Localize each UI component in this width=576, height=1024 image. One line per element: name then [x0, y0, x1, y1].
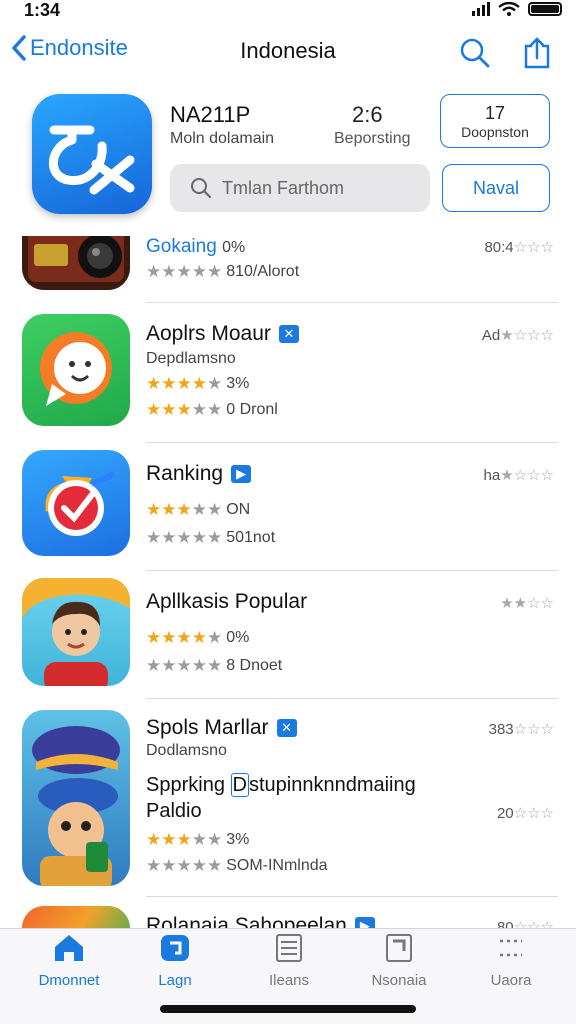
app-name: Rolanaia Sahopeelan ▶	[146, 914, 375, 928]
list-item[interactable]: Spols Marllar ✕ Dodlamsno Spprking Dstupi…	[0, 706, 576, 897]
tab-label: Ileans	[268, 972, 310, 989]
tab-search[interactable]: Nsonaia	[344, 933, 454, 989]
rating-right: Ad★☆☆☆	[481, 327, 554, 344]
app-icon-camera	[22, 236, 130, 290]
rating-secondary: ★★★ ★★ 0 Dronl	[146, 400, 278, 419]
battery-icon	[528, 2, 562, 16]
divider	[146, 896, 558, 897]
rating-secondary: ★★★★★ SOM-INmlnda	[146, 856, 328, 875]
open-button-label: Doopnston	[461, 123, 529, 140]
app-name: Gokaing 0%	[146, 236, 246, 257]
app-name: Apllkasis Popular	[146, 590, 308, 613]
rating: ★★★★ ★ 0%	[146, 628, 250, 647]
rating-secondary: ★★★★★ 8 Dnoet	[146, 656, 283, 675]
list-item[interactable]: Ranking ▶ ★★★ ★★ ON ★★★★★ 501not ha★☆☆☆	[0, 450, 576, 571]
rating-right: ha★☆☆☆	[483, 467, 554, 484]
app-subtitle: Moln dolamain	[170, 130, 275, 147]
tab-more[interactable]: Uaora	[456, 933, 566, 989]
rating: ★★★ ★★ ON	[146, 500, 251, 519]
app-name: Aoplrs Moaur ✕	[146, 322, 299, 346]
home-indicator[interactable]	[160, 1005, 416, 1013]
app-icon-chat	[22, 314, 130, 426]
share-icon[interactable]	[520, 36, 554, 70]
search-input[interactable]: Tmlan Farthom	[170, 164, 430, 212]
app-store-icon	[161, 935, 189, 961]
rating-right: ★★☆☆	[500, 595, 554, 612]
app-description: Spprking Dstupinnknndmaiing Paldio	[146, 773, 416, 822]
divider	[146, 698, 558, 699]
more-icon	[500, 939, 522, 957]
status-bar: 1:34	[0, 0, 576, 22]
app-icon-colorful	[22, 906, 130, 928]
verified-icon: ✕	[276, 719, 297, 737]
tab-home[interactable]: Dmonnet	[14, 933, 124, 989]
verified-icon: ✕	[278, 325, 299, 343]
app-icon-avatar	[22, 578, 130, 686]
app-name: Ranking ▶	[146, 462, 252, 486]
status-time: 1:34	[24, 0, 61, 20]
app-name: Spols Marllar ✕	[146, 716, 297, 740]
tab-label: Uaora	[490, 972, 532, 989]
app-icon[interactable]	[32, 94, 152, 214]
rating-right: 80:4☆☆☆	[484, 239, 554, 256]
status-icons	[472, 2, 562, 16]
list-item[interactable]: Aoplrs Moaur ✕ Depdlamsno ★★★★ ★ 3% ★★★ ★★ 0 …	[0, 314, 576, 443]
app-developer: Depdlamsno	[146, 350, 236, 367]
app-code: NA211P	[170, 102, 251, 127]
divider	[146, 442, 558, 443]
rating-right: 80☆☆☆	[496, 919, 554, 928]
app-icon-game	[22, 710, 130, 886]
translate-glyph-icon	[48, 125, 135, 195]
home-icon	[55, 935, 83, 961]
search-icon	[191, 178, 212, 199]
app-header-card: NA211P Moln dolamain 2:6 Beporsting 17 D…	[0, 84, 576, 236]
tab-label: Dmonnet	[38, 972, 100, 989]
app-icon-ranking	[22, 450, 130, 556]
bookmark-page-icon	[386, 934, 412, 962]
list-item[interactable]: Apllkasis Popular ★★★★ ★ 0% ★★★★★ 8 Dnoet ★…	[0, 578, 576, 699]
list-icon	[276, 934, 302, 962]
rank-value: 2:6	[352, 102, 383, 127]
open-button-number: 17	[484, 102, 506, 123]
rating: ★★★★★3%	[146, 830, 250, 849]
signal-icon	[472, 2, 490, 16]
tab-label: Lagn	[158, 972, 192, 989]
tab-apps[interactable]: Lagn	[120, 933, 230, 989]
play-badge-icon: ▶	[231, 465, 252, 483]
rating-secondary: ★★★★★ 501not	[146, 528, 276, 547]
nav-button[interactable]: Naval	[442, 164, 550, 212]
rating-right-secondary: 20☆☆☆	[496, 805, 554, 822]
divider	[146, 570, 558, 571]
list-item[interactable]: Rolanaia Sahopeelan ▶ 80☆☆☆	[0, 904, 576, 928]
app-developer: Dodlamsno	[146, 742, 227, 759]
play-badge-icon: ▶	[354, 917, 375, 928]
search-icon[interactable]	[458, 36, 492, 70]
rank-label: Beporsting	[334, 130, 411, 147]
app-list[interactable]: Gokaing 0% ★★★★★ 810/Alorot 80:4☆☆☆ Aoplr…	[0, 236, 576, 928]
rating-right: 383☆☆☆	[488, 721, 554, 738]
rating: ★★★★★ 810/Alorot	[146, 262, 300, 281]
rating: ★★★★★3%	[146, 374, 250, 393]
list-item[interactable]: Gokaing 0% ★★★★★ 810/Alorot 80:4☆☆☆	[0, 236, 576, 303]
tab-label: Nsonaia	[371, 972, 427, 989]
wifi-icon	[498, 2, 520, 16]
tab-items[interactable]: Ileans	[234, 933, 344, 989]
open-button[interactable]: 17 Doopnston	[440, 94, 550, 148]
divider	[146, 302, 558, 303]
nav-bar: Endonsite Indonesia	[0, 24, 576, 80]
search-placeholder: Tmlan Farthom	[222, 177, 345, 198]
